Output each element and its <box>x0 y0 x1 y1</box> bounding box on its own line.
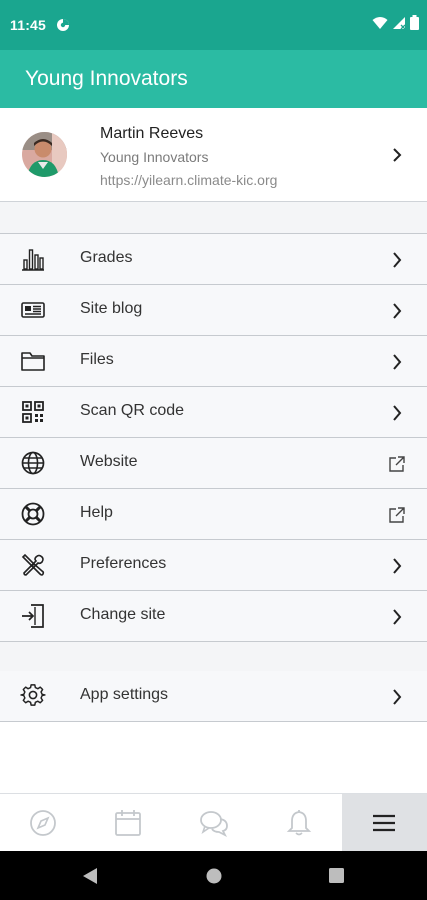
section-spacer <box>0 201 427 233</box>
bar-chart-icon <box>22 249 44 271</box>
sign-in-icon <box>22 604 44 628</box>
menu-item-label: Preferences <box>80 555 167 572</box>
chevron-right-icon <box>393 609 402 625</box>
folder-icon <box>21 352 45 371</box>
external-link-icon <box>389 456 405 472</box>
profile-site-name: Young Innovators <box>100 149 209 165</box>
chevron-right-icon <box>393 354 402 370</box>
settings-menu: App settings <box>0 671 427 722</box>
menu-item-label: Help <box>80 504 113 521</box>
tab-notifications[interactable] <box>256 794 341 852</box>
chevron-right-icon <box>393 405 402 421</box>
status-time: 11:45 <box>10 17 47 33</box>
menu-item-label: Change site <box>80 606 166 623</box>
app-bar: Young Innovators <box>0 50 427 108</box>
menu-item-label: Files <box>80 351 114 368</box>
menu-item-change-site[interactable]: Change site <box>0 591 427 642</box>
chevron-right-icon <box>393 303 402 319</box>
tools-icon <box>21 553 45 576</box>
messages-icon <box>199 811 228 837</box>
blog-icon <box>21 302 45 318</box>
user-profile-card[interactable]: Martin Reeves Young Innovators https://y… <box>0 108 427 202</box>
battery-icon <box>410 15 419 35</box>
chevron-right-icon <box>393 148 402 162</box>
home-icon[interactable] <box>206 868 222 884</box>
menu-item-app-settings[interactable]: App settings <box>0 671 427 722</box>
status-bar: 11:45 <box>0 0 427 50</box>
profile-name: Martin Reeves <box>100 125 204 142</box>
menu-item-label: App settings <box>80 686 169 703</box>
menu-item-website[interactable]: Website <box>0 438 427 489</box>
profile-site-url: https://yilearn.climate-kic.org <box>100 172 278 188</box>
bottom-navigation <box>0 793 427 852</box>
external-link-icon <box>389 507 405 523</box>
main-menu: Grades Site blog Files Scan QR code Webs… <box>0 233 427 642</box>
avatar <box>22 132 67 177</box>
menu-item-site-blog[interactable]: Site blog <box>0 285 427 336</box>
menu-item-label: Website <box>80 453 138 470</box>
menu-item-label: Scan QR code <box>80 402 185 419</box>
menu-icon <box>373 814 396 832</box>
tab-site-home[interactable] <box>0 794 85 852</box>
chevron-right-icon <box>393 689 402 705</box>
menu-item-preferences[interactable]: Preferences <box>0 540 427 591</box>
app-title: Young Innovators <box>25 67 188 90</box>
data-saver-icon <box>56 18 70 32</box>
tab-calendar[interactable] <box>85 794 170 852</box>
menu-item-label: Site blog <box>80 300 143 317</box>
section-spacer <box>0 639 427 671</box>
globe-icon <box>21 451 45 475</box>
menu-item-label: Grades <box>80 249 133 266</box>
empty-area <box>0 721 427 793</box>
system-navigation-bar <box>0 851 427 900</box>
menu-item-help[interactable]: Help <box>0 489 427 540</box>
menu-item-files[interactable]: Files <box>0 336 427 387</box>
tab-messages[interactable] <box>171 794 256 852</box>
cell-signal-icon <box>392 16 406 35</box>
qr-code-icon <box>22 401 44 423</box>
recents-icon[interactable] <box>329 868 344 883</box>
calendar-icon <box>115 810 142 836</box>
chevron-right-icon <box>393 252 402 268</box>
lifebuoy-icon <box>21 502 45 526</box>
compass-icon <box>29 810 56 836</box>
chevron-right-icon <box>393 558 402 574</box>
wifi-icon <box>372 16 388 35</box>
menu-item-scan-qr-code[interactable]: Scan QR code <box>0 387 427 438</box>
tab-more[interactable] <box>341 794 427 852</box>
menu-item-grades[interactable]: Grades <box>0 234 427 285</box>
back-icon[interactable] <box>82 867 98 885</box>
gear-icon <box>20 684 46 706</box>
bell-icon <box>286 810 312 836</box>
